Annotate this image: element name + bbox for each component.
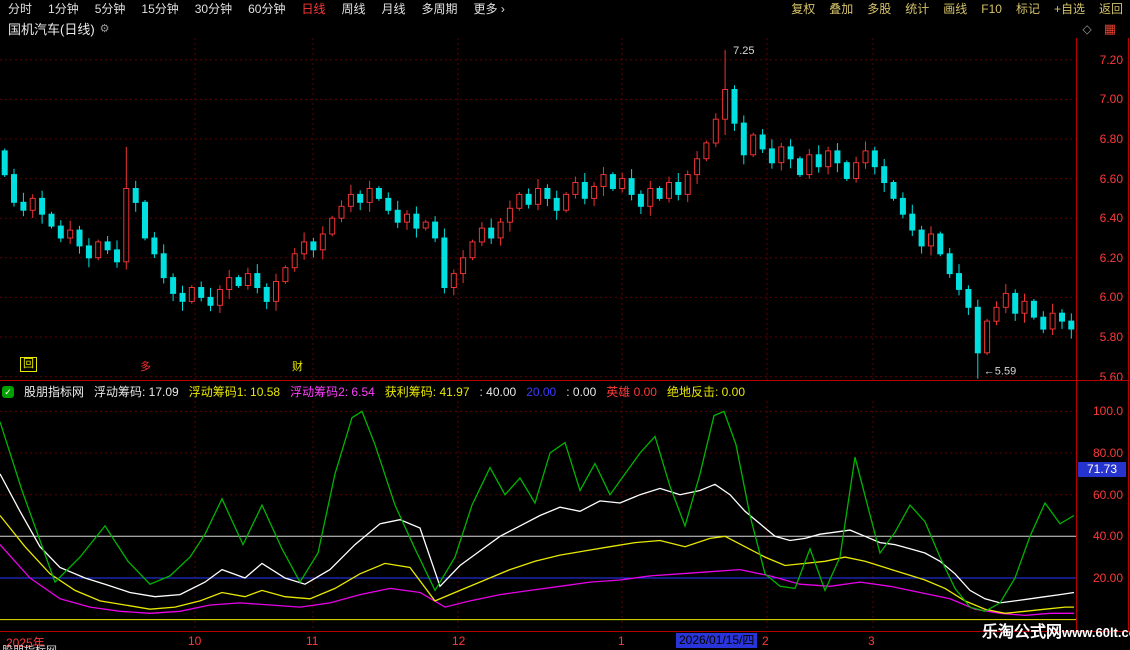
chart-indicator-divider [0, 380, 1130, 381]
watermark-cn: 乐淘公式网 [982, 624, 1062, 641]
menu-item-多周期[interactable]: 多周期 [414, 0, 466, 19]
indicator-axis-label: 80.00 [1093, 446, 1123, 460]
menu-item-60分钟[interactable]: 60分钟 [240, 0, 293, 19]
title-bar: 国机汽车(日线) ⚙ ◇ ▦ [0, 19, 1130, 38]
gear-icon[interactable]: ⚙ [100, 22, 110, 35]
top-menu-bar: 分时1分钟5分钟15分钟30分钟60分钟日线周线月线多周期更多 › 复权叠加多股… [0, 0, 1130, 19]
indicator-header-segment-4: : 40.00 [480, 385, 517, 399]
date-axis: 2026/01/15/四 2025年101112123 [0, 632, 1130, 650]
date-label-3: 3 [868, 634, 875, 648]
menu-item-30分钟[interactable]: 30分钟 [187, 0, 240, 19]
menu-item-月线[interactable]: 月线 [374, 0, 414, 19]
date-label-12: 12 [452, 634, 465, 648]
price-axis-label: 7.00 [1100, 92, 1123, 106]
watermark: 乐淘公式网www.60lt.com [982, 618, 1130, 642]
price-axis-label: 5.60 [1100, 370, 1123, 384]
menu-item-F10[interactable]: F10 [974, 0, 1009, 19]
date-label-10: 10 [188, 634, 201, 648]
diamond-icon[interactable]: ◇ [1082, 22, 1091, 36]
date-highlight: 2026/01/15/四 [676, 633, 757, 648]
indicator-header-segment-8: 绝地反击: 0.00 [667, 383, 745, 400]
price-axis-label: 7.20 [1100, 53, 1123, 67]
indicator-panel[interactable] [0, 401, 1076, 630]
menu-item-1分钟[interactable]: 1分钟 [40, 0, 87, 19]
indicator-chart[interactable] [0, 401, 1076, 630]
menu-left: 分时1分钟5分钟15分钟30分钟60分钟日线周线月线多周期更多 › [0, 0, 513, 19]
date-label-11: 11 [306, 634, 318, 648]
title-icons: ◇ ▦ [1082, 21, 1122, 37]
menu-item-返回[interactable]: 返回 [1092, 0, 1130, 19]
menu-item-分时[interactable]: 分时 [0, 0, 40, 19]
indicator-axis-label: 40.00 [1093, 529, 1123, 543]
indicator-header-segment-7: 英雄 0.00 [606, 383, 657, 400]
page-title: 国机汽车(日线) [8, 19, 95, 38]
menu-item-叠加[interactable]: 叠加 [822, 0, 860, 19]
indicator-header-segment-6: : 0.00 [566, 385, 596, 399]
indicator-source-icon: ✓ [2, 386, 14, 398]
menu-item-5分钟[interactable]: 5分钟 [87, 0, 134, 19]
footer-partial-label: 股朋指标网 [2, 645, 57, 650]
price-axis-label: 5.80 [1100, 330, 1123, 344]
indicator-axis-label: 60.00 [1093, 488, 1123, 502]
indicator-value-badge: 71.73 [1078, 462, 1126, 477]
indicator-header-segment-2: 浮动筹码2: 6.54 [290, 383, 375, 400]
chart-marker-多[interactable]: 多 [140, 361, 151, 374]
price-axis-label: 6.20 [1100, 251, 1123, 265]
price-axis: 7.20 7.00 6.80 6.60 6.40 6.20 6.00 5.80 5.60 [1077, 38, 1129, 381]
menu-item-周线[interactable]: 周线 [333, 0, 373, 19]
indicator-line-浮动筹码1 [0, 516, 1074, 614]
chart-marker-回[interactable]: 回 [20, 357, 37, 372]
menu-right: 复权叠加多股统计画线F10标记+自选返回 [784, 0, 1130, 19]
menu-item-统计[interactable]: 统计 [898, 0, 936, 19]
menu-item-日线[interactable]: 日线 [293, 0, 333, 19]
price-axis-label: 6.60 [1100, 172, 1123, 186]
indicator-header-segment-5: 20.00 [526, 385, 556, 399]
indicator-line-浮动筹码 [0, 474, 1074, 603]
menu-item-复权[interactable]: 复权 [784, 0, 822, 19]
indicator-header: ✓ 股朋指标网 浮动筹码: 17.09 浮动筹码1: 10.58 浮动筹码2: 6.… [2, 383, 745, 400]
indicator-axis-label: 100.0 [1093, 404, 1123, 418]
menu-item-多股[interactable]: 多股 [860, 0, 898, 19]
menu-item-更多 ›[interactable]: 更多 › [466, 0, 513, 19]
chart-marker-财[interactable]: 财 [292, 361, 303, 374]
menu-item-+自选[interactable]: +自选 [1047, 0, 1092, 19]
price-axis-label: 6.00 [1100, 290, 1123, 304]
indicator-axis: 100.0 80.00 60.00 40.00 20.00 [1077, 401, 1129, 630]
trading-app: 分时1分钟5分钟15分钟30分钟60分钟日线周线月线多周期更多 › 复权叠加多股… [0, 0, 1130, 650]
candlestick-chart[interactable]: 7.25 ←5.59 [0, 38, 1076, 380]
main-chart-area[interactable]: 7.25 ←5.59 [0, 38, 1076, 380]
price-axis-label: 6.40 [1100, 211, 1123, 225]
svg-text:7.25: 7.25 [733, 45, 754, 57]
menu-item-画线[interactable]: 画线 [936, 0, 974, 19]
date-label-2: 2 [762, 634, 769, 648]
price-axis-label: 6.80 [1100, 132, 1123, 146]
indicator-header-segment-3: 获利筹码: 41.97 [385, 383, 470, 400]
panel-layout-icon[interactable]: ▦ [1104, 21, 1116, 37]
menu-item-标记[interactable]: 标记 [1009, 0, 1047, 19]
indicator-source-label: 股朋指标网 [24, 383, 84, 400]
indicator-header-segment-0: 浮动筹码: 17.09 [94, 383, 179, 400]
watermark-url: www.60lt.com [1062, 625, 1130, 640]
indicator-header-segment-1: 浮动筹码1: 10.58 [189, 383, 280, 400]
svg-text:←5.59: ←5.59 [984, 366, 1016, 378]
indicator-line-获利筹码 [0, 411, 1074, 611]
date-label-1: 1 [618, 634, 625, 648]
menu-item-15分钟[interactable]: 15分钟 [133, 0, 186, 19]
indicator-axis-label: 20.00 [1093, 571, 1123, 585]
